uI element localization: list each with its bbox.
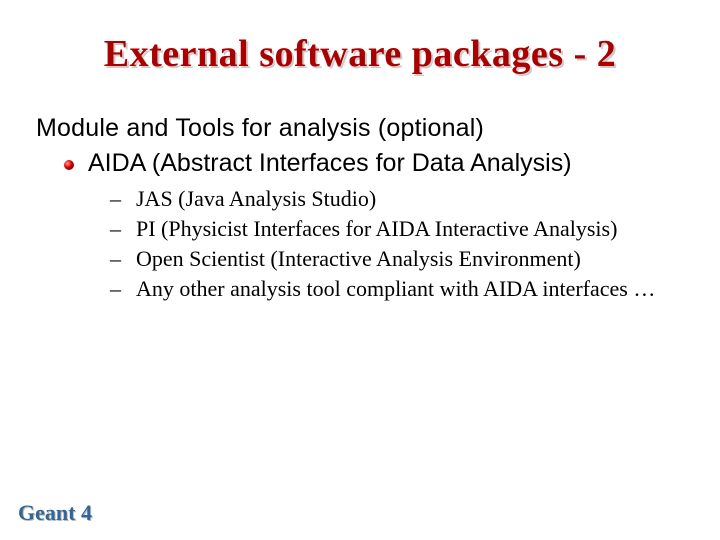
slide-title: External software packages - 2 [50, 32, 670, 76]
list-item: – JAS (Java Analysis Studio) [110, 186, 670, 212]
list-item: – Any other analysis tool compliant with… [110, 276, 670, 302]
list-item-text: Any other analysis tool compliant with A… [136, 276, 655, 302]
list-item-text: Open Scientist (Interactive Analysis Env… [136, 246, 581, 272]
section-heading: Module and Tools for analysis (optional) [36, 114, 670, 143]
sub-list: – JAS (Java Analysis Studio) – PI (Physi… [110, 186, 670, 302]
footer-logo-text: Geant 4 [18, 500, 92, 526]
dash-bullet-icon: – [110, 216, 122, 242]
dash-bullet-icon: – [110, 276, 122, 302]
bullet-text: AIDA (Abstract Interfaces for Data Analy… [88, 149, 572, 178]
dash-bullet-icon: – [110, 186, 122, 212]
bullet-item: AIDA (Abstract Interfaces for Data Analy… [64, 149, 670, 178]
list-item-text: JAS (Java Analysis Studio) [136, 186, 376, 212]
list-item: – PI (Physicist Interfaces for AIDA Inte… [110, 216, 670, 242]
list-item-text: PI (Physicist Interfaces for AIDA Intera… [136, 216, 617, 242]
dash-bullet-icon: – [110, 246, 122, 272]
list-item: – Open Scientist (Interactive Analysis E… [110, 246, 670, 272]
dot-bullet-icon [64, 160, 74, 170]
slide: External software packages - 2 Module an… [0, 0, 720, 540]
